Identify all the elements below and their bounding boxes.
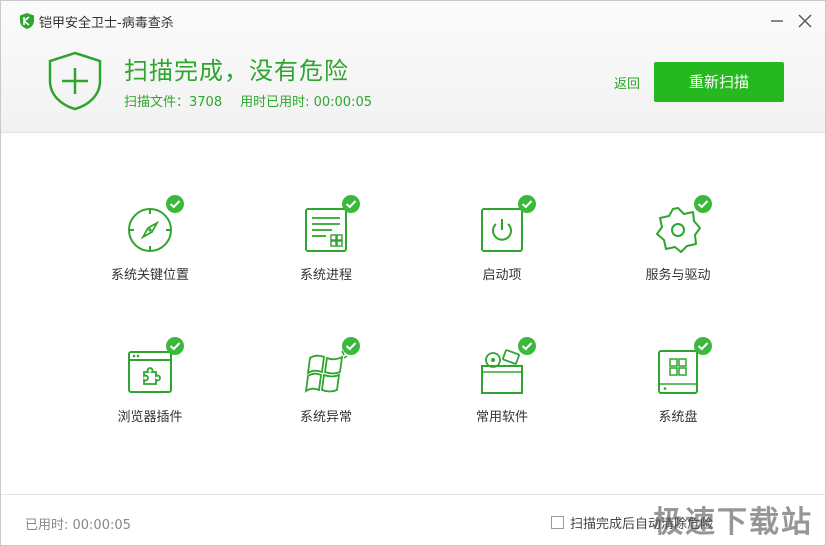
shield-icon [48,51,102,111]
header: 铠甲安全卫士-病毒查杀 扫描完成，没有危险 扫描文件：3708 用时已用时: 0… [1,1,825,133]
auto-clear-checkbox[interactable] [551,516,564,529]
check-badge-icon [342,337,360,355]
watermark: 极速下载站 [653,505,813,540]
scan-items-grid: 系统关键位置 系统进程 启动项 服务与驱动 浏览器插件 系统异常 常用软件 系统… [1,134,825,494]
rescan-button[interactable]: 重新扫描 [654,62,784,102]
elapsed-time: 已用时: 00:00:05 [25,518,131,533]
back-link[interactable]: 返回 [614,73,640,92]
scan-item-label: 服务与驱动 [645,268,711,283]
close-button[interactable] [795,11,815,31]
check-badge-icon [342,195,360,213]
check-badge-icon [694,195,712,213]
scan-item-system-anomalies[interactable]: 系统异常 [238,337,414,448]
scan-result-details: 扫描文件：3708 用时已用时: 00:00:05 [124,91,372,110]
footer: 已用时: 00:00:05 扫描完成后自动清除危险 极速下载站 [1,494,825,545]
scan-item-label: 启动项 [482,268,522,283]
app-window: 铠甲安全卫士-病毒查杀 扫描完成，没有危险 扫描文件：3708 用时已用时: 0… [0,0,826,546]
check-badge-icon [694,337,712,355]
titlebar: 铠甲安全卫士-病毒查杀 [19,11,174,31]
scan-item-system-key-locations[interactable]: 系统关键位置 [62,195,238,306]
scan-item-label: 系统异常 [299,410,352,425]
scan-duration: 用时已用时: 00:00:05 [240,95,372,110]
scan-item-services-drivers[interactable]: 服务与驱动 [590,195,766,306]
scan-item-label: 系统关键位置 [110,268,189,283]
scan-item-startup[interactable]: 启动项 [414,195,590,306]
check-badge-icon [166,337,184,355]
scan-result-headline: 扫描完成，没有危险 [124,57,349,85]
scanned-files-count: 扫描文件：3708 [124,95,223,110]
check-badge-icon [518,195,536,213]
scan-item-label: 常用软件 [475,410,528,425]
scan-item-system-processes[interactable]: 系统进程 [238,195,414,306]
scan-item-system-disk[interactable]: 系统盘 [590,337,766,448]
scan-item-browser-plugins[interactable]: 浏览器插件 [62,337,238,448]
scan-item-label: 系统进程 [299,268,352,283]
check-badge-icon [518,337,536,355]
check-badge-icon [166,195,184,213]
app-logo-icon [20,13,34,29]
scan-item-label: 浏览器插件 [117,410,183,425]
minimize-button[interactable] [767,11,787,31]
window-title: 铠甲安全卫士-病毒查杀 [39,15,174,31]
scan-item-common-software[interactable]: 常用软件 [414,337,590,448]
scan-item-label: 系统盘 [658,410,698,425]
